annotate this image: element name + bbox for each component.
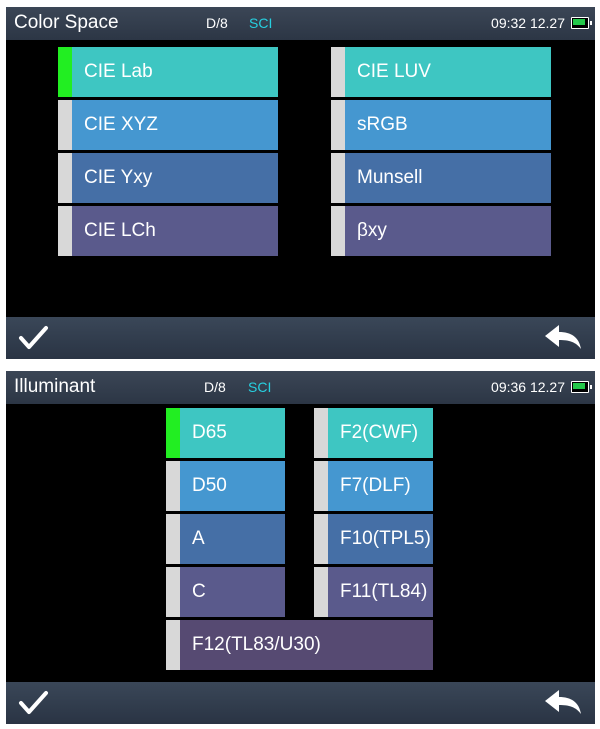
selection-marker (314, 461, 328, 511)
option-label: F7(DLF) (340, 475, 411, 496)
option-label: CIE XYZ (84, 114, 158, 135)
option-label: F10(TPL5) (340, 528, 431, 549)
option-label: CIE LUV (357, 61, 431, 82)
mode-indicator: SCI (248, 379, 272, 395)
selection-marker (58, 100, 72, 150)
option-label: F2(CWF) (340, 422, 419, 443)
selection-marker (314, 567, 328, 617)
selection-marker (314, 514, 328, 564)
checkmark-icon[interactable] (14, 317, 64, 359)
illuminant-screen: Illuminant D/8 SCI 09:36 12.27 D65 D50 A… (6, 371, 595, 724)
option-cie-luv[interactable]: CIE LUV (331, 47, 551, 97)
option-d65[interactable]: D65 (166, 408, 285, 458)
option-d50[interactable]: D50 (166, 461, 285, 511)
back-arrow-icon[interactable] (539, 317, 589, 359)
page-title: Color Space (14, 12, 119, 33)
back-arrow-icon[interactable] (539, 682, 589, 724)
clock: 09:32 12.27 (491, 15, 565, 31)
clock: 09:36 12.27 (491, 379, 565, 395)
selection-marker (331, 47, 345, 97)
option-f2-cwf[interactable]: F2(CWF) (314, 408, 433, 458)
battery-charging-icon (571, 381, 592, 393)
geometry-indicator: D/8 (204, 379, 226, 395)
selection-marker (331, 206, 345, 256)
option-label: A (192, 528, 205, 549)
selection-marker (331, 100, 345, 150)
option-a[interactable]: A (166, 514, 285, 564)
bottom-toolbar (6, 682, 595, 724)
option-cie-lch[interactable]: CIE LCh (58, 206, 278, 256)
option-label: F11(TL84) (340, 581, 428, 602)
option-label: F12(TL83/U30) (192, 634, 321, 655)
mode-indicator: SCI (249, 15, 273, 31)
option-f10-tpl5[interactable]: F10(TPL5) (314, 514, 433, 564)
geometry-indicator: D/8 (206, 15, 228, 31)
option-label: CIE Lab (84, 61, 153, 82)
option-label: CIE Yxy (84, 167, 153, 188)
selection-marker (166, 620, 180, 670)
top-status-bar: Color Space D/8 SCI 09:32 12.27 (6, 7, 595, 40)
selection-marker (166, 461, 180, 511)
option-label: C (192, 581, 206, 602)
option-label: βxy (357, 220, 387, 241)
option-label: D65 (192, 422, 227, 443)
selection-marker (166, 514, 180, 564)
checkmark-icon[interactable] (14, 682, 64, 724)
selection-marker (58, 206, 72, 256)
option-label: Munsell (357, 167, 423, 188)
selection-marker (166, 408, 180, 458)
selection-marker (314, 408, 328, 458)
option-f7-dlf[interactable]: F7(DLF) (314, 461, 433, 511)
battery-charging-icon (571, 17, 592, 29)
selection-marker (58, 47, 72, 97)
option-cie-xyz[interactable]: CIE XYZ (58, 100, 278, 150)
option-cie-lab[interactable]: CIE Lab (58, 47, 278, 97)
option-f12-tl83-u30[interactable]: F12(TL83/U30) (166, 620, 433, 670)
bottom-toolbar (6, 317, 595, 359)
option-srgb[interactable]: sRGB (331, 100, 551, 150)
option-label: sRGB (357, 114, 408, 135)
page-title: Illuminant (14, 376, 96, 397)
selection-marker (331, 153, 345, 203)
option-munsell[interactable]: Munsell (331, 153, 551, 203)
selection-marker (58, 153, 72, 203)
selection-marker (166, 567, 180, 617)
option-c[interactable]: C (166, 567, 285, 617)
option-cie-yxy[interactable]: CIE Yxy (58, 153, 278, 203)
option-beta-xy[interactable]: βxy (331, 206, 551, 256)
option-f11-tl84[interactable]: F11(TL84) (314, 567, 433, 617)
color-space-screen: Color Space D/8 SCI 09:32 12.27 CIE Lab … (6, 7, 595, 359)
top-status-bar: Illuminant D/8 SCI 09:36 12.27 (6, 371, 595, 404)
option-label: CIE LCh (84, 220, 156, 241)
option-label: D50 (192, 475, 227, 496)
